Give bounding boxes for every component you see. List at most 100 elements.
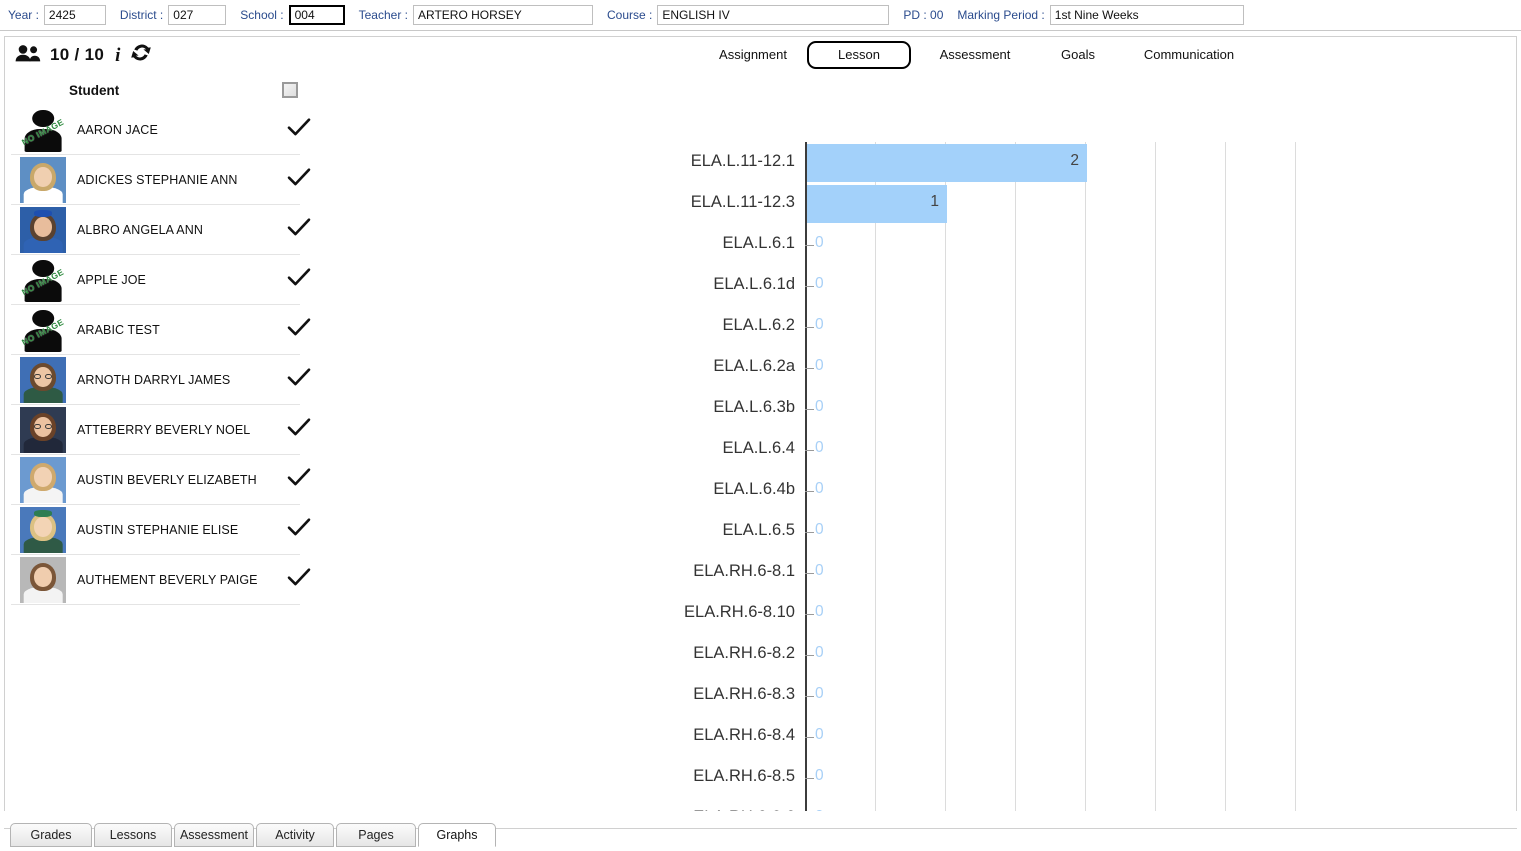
bottom-tab-assessment[interactable]: Assessment	[174, 823, 254, 847]
bottom-tab-pages[interactable]: Pages	[336, 823, 416, 847]
school-input[interactable]	[288, 5, 345, 25]
student-row[interactable]: ALBRO ANGELA ANN	[11, 205, 311, 255]
top-tab-goals[interactable]: Goals	[1040, 41, 1116, 69]
district-label: District :	[119, 8, 164, 22]
chart-gridline	[945, 142, 946, 851]
student-name: AUTHEMENT BEVERLY PAIGE	[77, 572, 258, 587]
year-input[interactable]	[43, 5, 106, 25]
chart-zero-tick	[805, 736, 814, 738]
student-list-header: Student	[11, 77, 300, 105]
select-all-checkbox[interactable]	[282, 82, 298, 98]
info-icon[interactable]: i	[113, 46, 122, 65]
chart-category-label: ELA.L.11-12.3	[690, 192, 795, 211]
top-tab-assignment[interactable]: Assignment	[695, 41, 811, 69]
chart-category-label: ELA.RH.6-8.4	[693, 725, 795, 744]
top-tab-assessment[interactable]: Assessment	[917, 41, 1033, 69]
student-row[interactable]: NO IMAGE APPLE JOE	[11, 255, 311, 305]
top-nav-tabs: Assignment Lesson Assessment Goals Communica…	[695, 41, 1255, 73]
chart-category-label: ELA.L.6.1d	[713, 274, 795, 293]
pd-label: PD : 00	[903, 8, 944, 22]
refresh-icon[interactable]	[131, 43, 152, 67]
chart-zero-tick	[805, 490, 814, 492]
chart-category-label: ELA.L.6.4b	[713, 479, 795, 498]
teacher-label: Teacher :	[358, 8, 408, 22]
bottom-tab-graphs[interactable]: Graphs	[418, 823, 496, 847]
student-name: AUSTIN BEVERLY ELIZABETH	[77, 472, 257, 487]
student-photo	[20, 156, 66, 203]
chart-zero-tick	[805, 654, 814, 656]
student-name: ARABIC TEST	[77, 322, 160, 337]
chart-zero-tick	[805, 244, 814, 246]
bottom-tab-lessons[interactable]: Lessons	[94, 823, 172, 847]
student-row[interactable]: ADICKES STEPHANIE ANN	[11, 155, 311, 205]
bottom-tab-grades[interactable]: Grades	[10, 823, 92, 847]
student-row[interactable]: NO IMAGE AARON JACE	[11, 105, 311, 155]
chart-category-label: ELA.L.11-12.1	[690, 151, 795, 170]
top-tab-lesson[interactable]: Lesson	[807, 41, 911, 69]
chart-zero-tick	[805, 285, 814, 287]
student-photo	[20, 356, 66, 403]
chart-zero-tick	[805, 695, 814, 697]
student-row[interactable]: AUSTIN STEPHANIE ELISE	[11, 505, 311, 555]
course-input[interactable]	[657, 5, 890, 25]
teacher-input[interactable]	[412, 5, 593, 25]
school-label: School :	[240, 8, 284, 22]
chart-gridline	[1155, 142, 1156, 851]
chart-zero-tick	[805, 777, 814, 779]
chart-bar-value: 0	[815, 438, 824, 456]
chart-bar-value: 0	[815, 766, 824, 784]
student-row[interactable]: AUSTIN BEVERLY ELIZABETH	[11, 455, 311, 505]
people-icon	[15, 44, 41, 67]
chart-category-label: ELA.RH.6-8.3	[693, 684, 795, 703]
chart-gridline	[1015, 142, 1016, 851]
student-row[interactable]: ARNOTH DARRYL JAMES	[11, 355, 311, 405]
chart-zero-tick	[805, 613, 814, 615]
student-name: ALBRO ANGELA ANN	[77, 222, 203, 237]
chart-zero-tick	[805, 449, 814, 451]
chart-bar-value: 0	[815, 725, 824, 743]
chart-gridline	[1295, 142, 1296, 851]
year-label: Year :	[8, 8, 39, 22]
chart-bar-value: 0	[815, 479, 824, 497]
student-name: ATTEBERRY BEVERLY NOEL	[77, 422, 251, 437]
chart-bar-value: 0	[815, 520, 824, 538]
bottom-tab-activity[interactable]: Activity	[256, 823, 334, 847]
student-photo-placeholder: NO IMAGE	[20, 306, 66, 353]
toolbar: 10 / 10 i Assignment Lesson Assessment Goal…	[5, 37, 1516, 75]
chart-bar-value: 0	[815, 643, 824, 661]
chart-category-label: ELA.L.6.2a	[713, 356, 795, 375]
marking-period-input[interactable]	[1049, 5, 1244, 25]
student-row[interactable]: NO IMAGE ARABIC TEST	[11, 305, 311, 355]
main-frame: 10 / 10 i Assignment Lesson Assessment Goal…	[4, 36, 1517, 851]
student-photo	[20, 556, 66, 603]
chart-gridline	[1085, 142, 1086, 851]
chart-category-label: ELA.RH.6-8.1	[693, 561, 795, 580]
student-photo	[20, 456, 66, 503]
chart-category-label: ELA.L.6.3b	[713, 397, 795, 416]
chart-gridline	[1225, 142, 1226, 851]
student-panel: Student NO IMAGE AARON JACE ADICKES STEPHA…	[11, 77, 311, 807]
chart-bar-value: 0	[815, 274, 824, 292]
chart-zero-tick	[805, 572, 814, 574]
gradebook-graphs-screen: Year : District : School : Teacher : Cou…	[0, 0, 1521, 851]
chart-bar-value: 1	[930, 192, 939, 210]
chart-category-label: ELA.L.6.1	[722, 233, 795, 252]
student-photo	[20, 206, 66, 253]
student-row[interactable]: AUTHEMENT BEVERLY PAIGE	[11, 555, 311, 605]
district-input[interactable]	[168, 5, 227, 25]
course-label: Course :	[606, 8, 653, 22]
student-count: 10 / 10	[50, 45, 105, 64]
chart-zero-tick	[805, 367, 814, 369]
chart-category-label: ELA.L.6.5	[722, 520, 795, 539]
student-name: ADICKES STEPHANIE ANN	[77, 172, 238, 187]
marking-period-label: Marking Period :	[957, 8, 1045, 22]
chart-bar-value: 0	[815, 561, 824, 579]
student-name: ARNOTH DARRYL JAMES	[77, 372, 231, 387]
chart-bar-value: 0	[815, 233, 824, 251]
chart-category-label: ELA.RH.6-8.10	[684, 602, 795, 621]
student-photo-placeholder: NO IMAGE	[20, 106, 66, 153]
student-photo	[20, 506, 66, 553]
chart-bar-value: 0	[815, 315, 824, 333]
student-row[interactable]: ATTEBERRY BEVERLY NOEL	[11, 405, 311, 455]
top-tab-communication[interactable]: Communication	[1123, 41, 1255, 69]
